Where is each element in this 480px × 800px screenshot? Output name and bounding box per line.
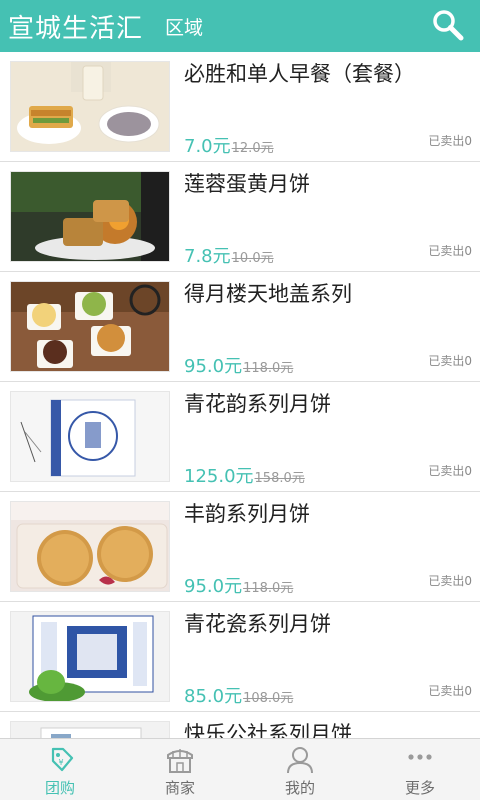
- tab-profile[interactable]: 我的: [240, 739, 360, 800]
- price: 7.0元12.0元: [184, 132, 274, 158]
- original-price: 118.0元: [243, 361, 294, 376]
- deal-item[interactable]: 快乐公社系列月饼: [0, 712, 480, 738]
- deal-list[interactable]: 必胜和单人早餐（套餐） 7.0元12.0元 已卖出0 莲蓉蛋黄月饼 7.8元10…: [0, 52, 480, 738]
- product-image: [10, 391, 170, 482]
- deal-item[interactable]: 丰韵系列月饼 95.0元118.0元 已卖出0: [0, 492, 480, 602]
- app-header: 宣城生活汇 区域: [0, 0, 480, 52]
- product-name: 丰韵系列月饼: [184, 502, 310, 526]
- original-price: 12.0元: [231, 141, 274, 156]
- product-name: 青花瓷系列月饼: [184, 612, 331, 636]
- deal-item[interactable]: 得月楼天地盖系列 95.0元118.0元 已卖出0: [0, 272, 480, 382]
- sold-count: 已卖出0: [428, 574, 472, 588]
- deal-item[interactable]: 莲蓉蛋黄月饼 7.8元10.0元 已卖出0: [0, 162, 480, 272]
- product-name: 得月楼天地盖系列: [184, 282, 352, 306]
- tab-label: 商家: [164, 779, 195, 797]
- deal-item[interactable]: 青花瓷系列月饼 85.0元108.0元 已卖出0: [0, 602, 480, 712]
- product-image: [10, 501, 170, 592]
- sold-count: 已卖出0: [428, 134, 472, 148]
- original-price: 158.0元: [254, 471, 305, 486]
- product-name: 青花韵系列月饼: [184, 392, 331, 416]
- current-price: 95.0元: [184, 356, 243, 377]
- tab-merchants[interactable]: 商家: [120, 739, 240, 800]
- product-image: [10, 281, 170, 372]
- region-selector[interactable]: 区域: [165, 13, 203, 40]
- search-button[interactable]: [430, 8, 466, 44]
- current-price: 7.0元: [184, 136, 231, 157]
- original-price: 118.0元: [243, 581, 294, 596]
- product-image: [10, 721, 170, 738]
- product-image: [10, 611, 170, 702]
- current-price: 7.8元: [184, 246, 231, 267]
- price: 7.8元10.0元: [184, 242, 274, 268]
- user-icon: [287, 747, 313, 774]
- tab-more[interactable]: 更多: [360, 739, 480, 800]
- price: 95.0元118.0元: [184, 352, 293, 378]
- current-price: 95.0元: [184, 576, 243, 597]
- product-image: [10, 61, 170, 152]
- tab-label: 我的: [284, 779, 315, 797]
- search-icon: [433, 10, 464, 41]
- tab-label: 更多: [404, 779, 435, 797]
- product-image: [10, 171, 170, 262]
- price: 125.0元158.0元: [184, 462, 305, 488]
- original-price: 108.0元: [243, 691, 294, 706]
- tab-group-buy[interactable]: ¥ 团购: [0, 739, 120, 800]
- product-name: 莲蓉蛋黄月饼: [184, 172, 310, 196]
- tag-icon: ¥: [51, 747, 74, 772]
- sold-count: 已卖出0: [428, 244, 472, 258]
- more-icon: [408, 754, 432, 760]
- sold-count: 已卖出0: [428, 354, 472, 368]
- svg-text:¥: ¥: [58, 758, 63, 767]
- product-name: 必胜和单人早餐（套餐）: [184, 62, 415, 86]
- price: 95.0元118.0元: [184, 572, 293, 598]
- sold-count: 已卖出0: [428, 464, 472, 478]
- deal-item[interactable]: 必胜和单人早餐（套餐） 7.0元12.0元 已卖出0: [0, 52, 480, 162]
- current-price: 125.0元: [184, 466, 254, 487]
- bottom-tab-bar: ¥ 团购 商家 我的 更多: [0, 738, 480, 800]
- sold-count: 已卖出0: [428, 684, 472, 698]
- product-name: 快乐公社系列月饼: [184, 722, 352, 738]
- price: 85.0元108.0元: [184, 682, 293, 708]
- original-price: 10.0元: [231, 251, 274, 266]
- shop-icon: [167, 749, 193, 773]
- current-price: 85.0元: [184, 686, 243, 707]
- tab-label: 团购: [44, 779, 75, 797]
- app-title: 宣城生活汇: [8, 13, 144, 44]
- deal-item[interactable]: 青花韵系列月饼 125.0元158.0元 已卖出0: [0, 382, 480, 492]
